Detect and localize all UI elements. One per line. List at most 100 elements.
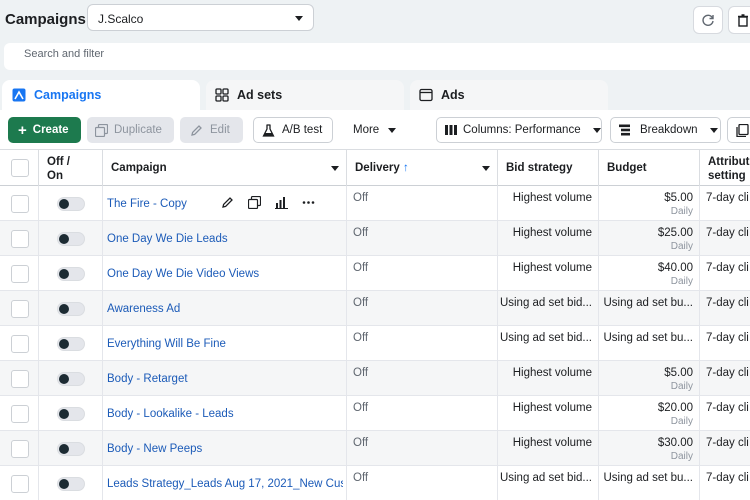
- campaign-toggle[interactable]: [57, 337, 85, 351]
- campaign-toggle[interactable]: [57, 197, 85, 211]
- campaign-link[interactable]: Leads Strategy_Leads Aug 17, 2021_New Cu…: [107, 478, 343, 490]
- delete-button[interactable]: [728, 6, 750, 34]
- campaign-link[interactable]: Everything Will Be Fine: [107, 338, 343, 350]
- campaign-name-cell: Leads Strategy_Leads Aug 17, 2021_New Cu…: [103, 466, 347, 500]
- row-checkbox[interactable]: [11, 335, 29, 353]
- toggle-knob: [59, 409, 69, 419]
- duplicate-icon[interactable]: [248, 196, 261, 209]
- campaign-toggle[interactable]: [57, 477, 85, 491]
- ab-test-button[interactable]: A/B test: [253, 117, 333, 143]
- delivery-cell: Off: [347, 221, 498, 256]
- flask-icon: [262, 123, 275, 137]
- campaign-name-cell: One Day We Die Video Views: [103, 256, 347, 291]
- table-row[interactable]: One Day We Die Video Views Off Highest vol…: [0, 256, 750, 291]
- bid-strategy-cell: Highest volume: [498, 361, 599, 396]
- campaign-toggle[interactable]: [57, 232, 85, 246]
- delivery-cell: Off: [347, 326, 498, 361]
- attribution-cell: 7-day cli: [700, 431, 750, 466]
- campaign-toggle[interactable]: [57, 267, 85, 281]
- row-checkbox[interactable]: [11, 230, 29, 248]
- table-row[interactable]: Awareness Ad Off Using ad set bid... Using …: [0, 291, 750, 326]
- table-row[interactable]: Body - New Peeps Off Highest volume $30.00 D…: [0, 431, 750, 466]
- account-selector[interactable]: J.Scalco: [87, 4, 314, 31]
- campaign-toggle[interactable]: [57, 372, 85, 386]
- bid-strategy-value: Highest volume: [512, 402, 592, 414]
- row-checkbox[interactable]: [11, 440, 29, 458]
- budget-cell: Using ad set bu...: [599, 291, 700, 326]
- column-header-attribution[interactable]: Attribution setting: [700, 150, 750, 186]
- reports-button[interactable]: [727, 117, 750, 143]
- row-checkbox[interactable]: [11, 195, 29, 213]
- top-bar: Campaigns J.Scalco: [0, 0, 750, 40]
- campaign-toggle[interactable]: [57, 302, 85, 316]
- chevron-down-icon[interactable]: [331, 166, 339, 171]
- tab-ads[interactable]: Ads: [410, 80, 608, 110]
- delivery-cell: Off: [347, 186, 498, 221]
- budget-cell: $40.00 Daily: [599, 256, 700, 291]
- refresh-button[interactable]: [693, 6, 723, 34]
- delivery-status: Off: [353, 262, 369, 274]
- campaign-name-cell: Body - Lookalike - Leads: [103, 396, 347, 431]
- campaign-toggle[interactable]: [57, 442, 85, 456]
- more-button[interactable]: More: [343, 117, 403, 143]
- columns-icon: [445, 125, 457, 135]
- campaign-name-cell: Awareness Ad: [103, 291, 347, 326]
- budget-period: Daily: [670, 276, 693, 287]
- row-checkbox[interactable]: [11, 475, 29, 493]
- edit-button[interactable]: Edit: [180, 117, 243, 143]
- campaign-link[interactable]: Body - Lookalike - Leads: [107, 408, 343, 420]
- delivery-cell: Off: [347, 361, 498, 396]
- select-all-header: [0, 150, 39, 186]
- campaign-toggle[interactable]: [57, 407, 85, 421]
- table-row[interactable]: Leads Strategy_Leads Aug 17, 2021_New Cu…: [0, 466, 750, 500]
- delivery-status: Off: [353, 192, 369, 204]
- columns-label: Columns: Performance: [463, 124, 581, 136]
- row-checkbox[interactable]: [11, 300, 29, 318]
- table-row[interactable]: Body - Retarget Off Highest volume $5.00 Dai…: [0, 361, 750, 396]
- campaign-link[interactable]: Body - Retarget: [107, 373, 343, 385]
- create-button[interactable]: + Create: [8, 117, 81, 143]
- duplicate-button[interactable]: Duplicate: [87, 117, 174, 143]
- campaign-name-cell: One Day We Die Leads: [103, 221, 347, 256]
- table-row[interactable]: Everything Will Be Fine Off Using ad set b…: [0, 326, 750, 361]
- table-row[interactable]: Body - Lookalike - Leads Off Highest volum…: [0, 396, 750, 431]
- delivery-status: Off: [353, 367, 369, 379]
- campaign-link[interactable]: One Day We Die Leads: [107, 233, 343, 245]
- attribution-cell: 7-day cli: [700, 396, 750, 431]
- more-label: More: [353, 124, 380, 136]
- select-all-checkbox[interactable]: [11, 159, 29, 177]
- more-options-icon[interactable]: [302, 196, 315, 209]
- column-header-bid-strategy[interactable]: Bid strategy: [498, 150, 599, 186]
- table-row[interactable]: One Day We Die Leads Off Highest volume $25…: [0, 221, 750, 256]
- view-charts-icon[interactable]: [275, 196, 288, 209]
- column-header-budget[interactable]: Budget: [599, 150, 700, 186]
- budget-cell: $5.00 Daily: [599, 186, 700, 221]
- tab-ad-sets[interactable]: Ad sets: [206, 80, 404, 110]
- campaign-link[interactable]: Body - New Peeps: [107, 443, 343, 455]
- ad-sets-icon: [215, 88, 229, 102]
- bid-strategy-cell: Using ad set bid...: [498, 466, 599, 500]
- row-checkbox[interactable]: [11, 370, 29, 388]
- column-header-off-on[interactable]: Off / On: [39, 150, 103, 186]
- chevron-down-icon[interactable]: [482, 166, 490, 171]
- bid-strategy-cell: Using ad set bid...: [498, 291, 599, 326]
- column-header-delivery[interactable]: Delivery ↑: [347, 150, 498, 186]
- search-input[interactable]: [24, 48, 324, 60]
- attribution-value: 7-day cli: [706, 262, 749, 274]
- pencil-icon[interactable]: [221, 196, 234, 209]
- row-toggle-cell: [39, 256, 103, 291]
- columns-button[interactable]: Columns: Performance: [436, 117, 602, 143]
- row-checkbox[interactable]: [11, 405, 29, 423]
- row-checkbox[interactable]: [11, 265, 29, 283]
- campaign-link[interactable]: Awareness Ad: [107, 303, 343, 315]
- bid-strategy-cell: Highest volume: [498, 256, 599, 291]
- budget-amount: Using ad set bu...: [603, 472, 694, 484]
- breakdown-button[interactable]: Breakdown: [610, 117, 721, 143]
- campaign-link[interactable]: One Day We Die Video Views: [107, 268, 343, 280]
- row-toggle-cell: [39, 431, 103, 466]
- tab-campaigns[interactable]: Campaigns: [2, 80, 200, 110]
- budget-period: Daily: [670, 416, 693, 427]
- ab-test-label: A/B test: [282, 124, 323, 136]
- table-row[interactable]: The Fire - Copy Off Highest volume $5.00 Dai…: [0, 186, 750, 221]
- column-header-campaign[interactable]: Campaign: [103, 150, 347, 186]
